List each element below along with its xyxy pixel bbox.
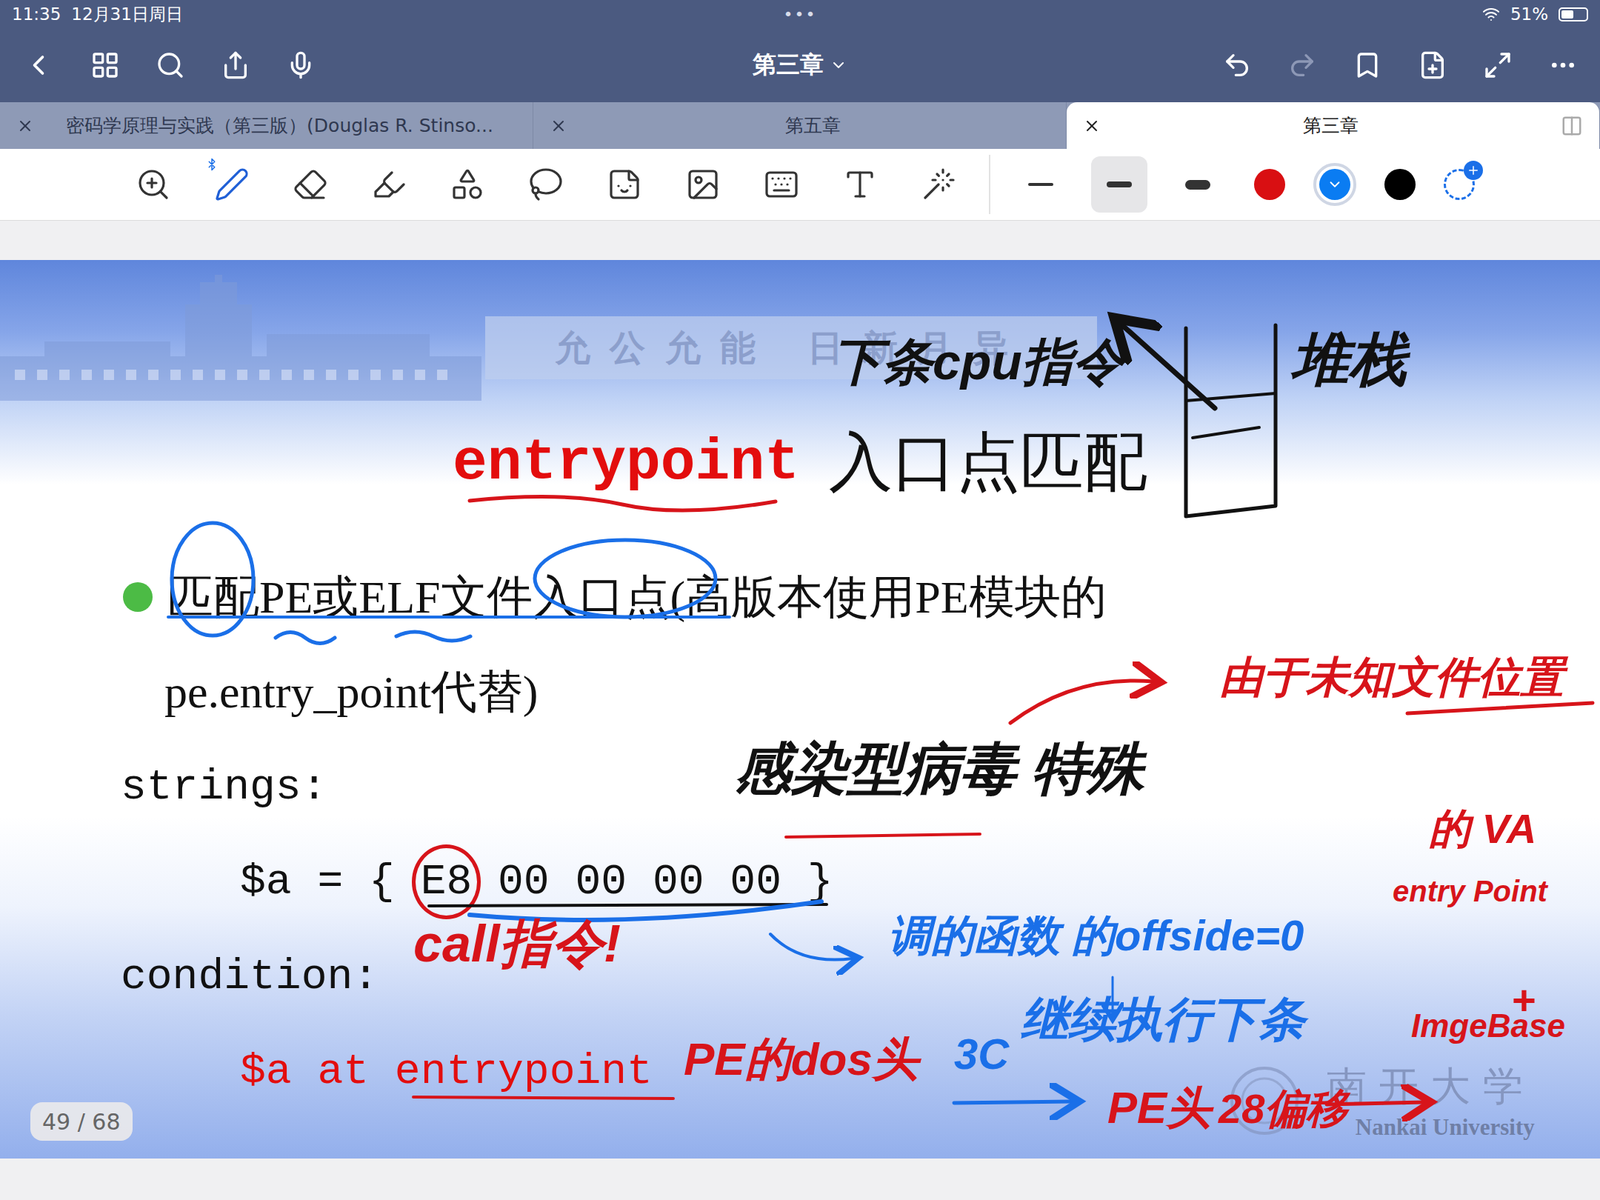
tool-button[interactable] (125, 156, 182, 213)
handwritten-note[interactable]: 28偏移 (1218, 1085, 1348, 1132)
color-swatch[interactable] (1248, 162, 1292, 206)
more-icon[interactable] (1548, 50, 1578, 80)
add-color-button[interactable] (1443, 168, 1475, 200)
close-icon[interactable] (1082, 117, 1101, 135)
tool-button[interactable] (596, 156, 653, 213)
slide-title: entrypoint入口点匹配 (0, 419, 1600, 506)
hex-byte: 00 (497, 857, 550, 906)
screen: 11:3512月31日周日•••51%第三章密码学原理与实践（第三版）(Doug… (0, 0, 1600, 1200)
handwritten-note[interactable]: 由于未知文件位置 (1220, 653, 1564, 701)
tool-button[interactable] (753, 156, 810, 213)
close-icon[interactable] (549, 117, 568, 135)
chevron-down-icon[interactable] (829, 56, 848, 75)
bluetooth-icon (205, 157, 219, 172)
handwritten-note[interactable]: 继续执行下条 (1020, 993, 1306, 1046)
tab[interactable]: 密码学原理与实践（第三版）(Douglas R. Stinso... (0, 102, 534, 149)
handwritten-note[interactable]: 感染型病毒 特殊 (734, 737, 1145, 800)
lasso-icon (528, 166, 564, 203)
color-swatch[interactable] (1313, 162, 1357, 206)
clock: 11:35 (11, 4, 61, 24)
handwritten-note[interactable]: 调的函数 的offside=0 (888, 911, 1304, 960)
status-bar: 11:35 12月31日周日 ••• 51% (0, 0, 1600, 29)
expand-icon[interactable] (1482, 50, 1513, 80)
pen-icon (214, 166, 250, 203)
handwritten-note[interactable]: ImgeBase (1411, 1008, 1566, 1044)
zoom-icon (135, 166, 172, 203)
handwritten-note[interactable]: 下条cpu指令 (831, 334, 1123, 390)
hex-byte: 00 (652, 857, 705, 906)
tool-button[interactable] (439, 156, 496, 213)
page-gap (0, 220, 1600, 260)
image-icon (685, 166, 721, 203)
shapes-icon (449, 166, 486, 203)
toolbar-divider (988, 154, 991, 215)
campus-building-icon (0, 274, 482, 401)
nav-bar: 第三章 (0, 28, 1600, 103)
laser-icon (920, 166, 957, 203)
hex-string-line: $a = {E800000000} (0, 834, 1600, 929)
battery-icon (1558, 7, 1589, 22)
tool-button[interactable] (203, 156, 260, 213)
handwritten-note[interactable]: call指令! (413, 915, 621, 973)
handwritten-note[interactable]: entry Point (1392, 874, 1548, 908)
handwritten-note[interactable]: PE的dos头 (683, 1034, 919, 1085)
page-gap (0, 1158, 1600, 1200)
handwritten-note[interactable]: 的 VA (1428, 805, 1537, 852)
stroke-width-button[interactable] (1091, 156, 1148, 213)
section-label: condition: (0, 928, 1600, 1024)
color-swatch[interactable] (1378, 162, 1422, 206)
multitask-dots[interactable]: ••• (783, 5, 818, 24)
stroke-width-button[interactable] (1169, 156, 1226, 213)
back-icon[interactable] (22, 48, 55, 82)
redo-icon[interactable] (1287, 50, 1318, 80)
split-view-icon[interactable] (1560, 114, 1583, 138)
tab[interactable]: 第三章 (1066, 102, 1600, 149)
tool-button[interactable] (831, 156, 889, 213)
hex-byte: 00 (574, 857, 627, 906)
handwritten-note[interactable]: PE头 (1107, 1083, 1212, 1133)
page-indicator: 49 / 68 (30, 1102, 133, 1141)
date: 12月31日周日 (71, 2, 183, 26)
sticker-icon (606, 166, 643, 203)
chevron-down-icon (1326, 176, 1343, 193)
tool-button[interactable] (910, 156, 967, 213)
tool-button[interactable] (517, 156, 575, 213)
keyboard-icon (763, 166, 800, 203)
search-icon[interactable] (155, 50, 186, 80)
bookmark-icon[interactable] (1352, 50, 1383, 80)
tool-bar (0, 148, 1600, 221)
bullet-line: 匹配PE或ELF文件入口点(高版本使用PE模块的 (0, 549, 1600, 645)
slide-page[interactable]: 允公允能 日新月异entrypoint入口点匹配匹配PE或ELF文件入口点(高版… (0, 260, 1600, 1159)
document-title[interactable]: 第三章 (752, 48, 848, 82)
bullet-dot (122, 582, 153, 612)
eraser-icon (292, 166, 329, 203)
grid-icon[interactable] (90, 50, 120, 80)
add-page-icon[interactable] (1417, 50, 1448, 80)
handwritten-note[interactable]: 堆栈 (1291, 328, 1407, 392)
mic-icon[interactable] (285, 50, 316, 80)
share-icon[interactable] (220, 50, 251, 80)
tool-button[interactable] (674, 156, 732, 213)
wifi-icon (1482, 5, 1500, 23)
stroke-width-button[interactable] (1012, 156, 1069, 213)
tool-button[interactable] (360, 156, 418, 213)
hex-byte: E8 (420, 857, 473, 906)
close-icon[interactable] (16, 117, 35, 135)
text-icon (842, 166, 878, 203)
ink-strokes (0, 260, 1600, 1159)
plus-icon (1466, 163, 1480, 178)
tab-bar: 密码学原理与实践（第三版）(Douglas R. Stinso...第五章第三章 (0, 102, 1600, 149)
tool-button[interactable] (282, 156, 339, 213)
tab[interactable]: 第五章 (533, 102, 1067, 149)
highlighter-icon (371, 166, 407, 203)
battery-percent: 51% (1510, 4, 1549, 24)
handwritten-note[interactable]: 3C (954, 1030, 1009, 1078)
hex-byte: 00 (729, 857, 782, 906)
undo-icon[interactable] (1222, 50, 1252, 80)
